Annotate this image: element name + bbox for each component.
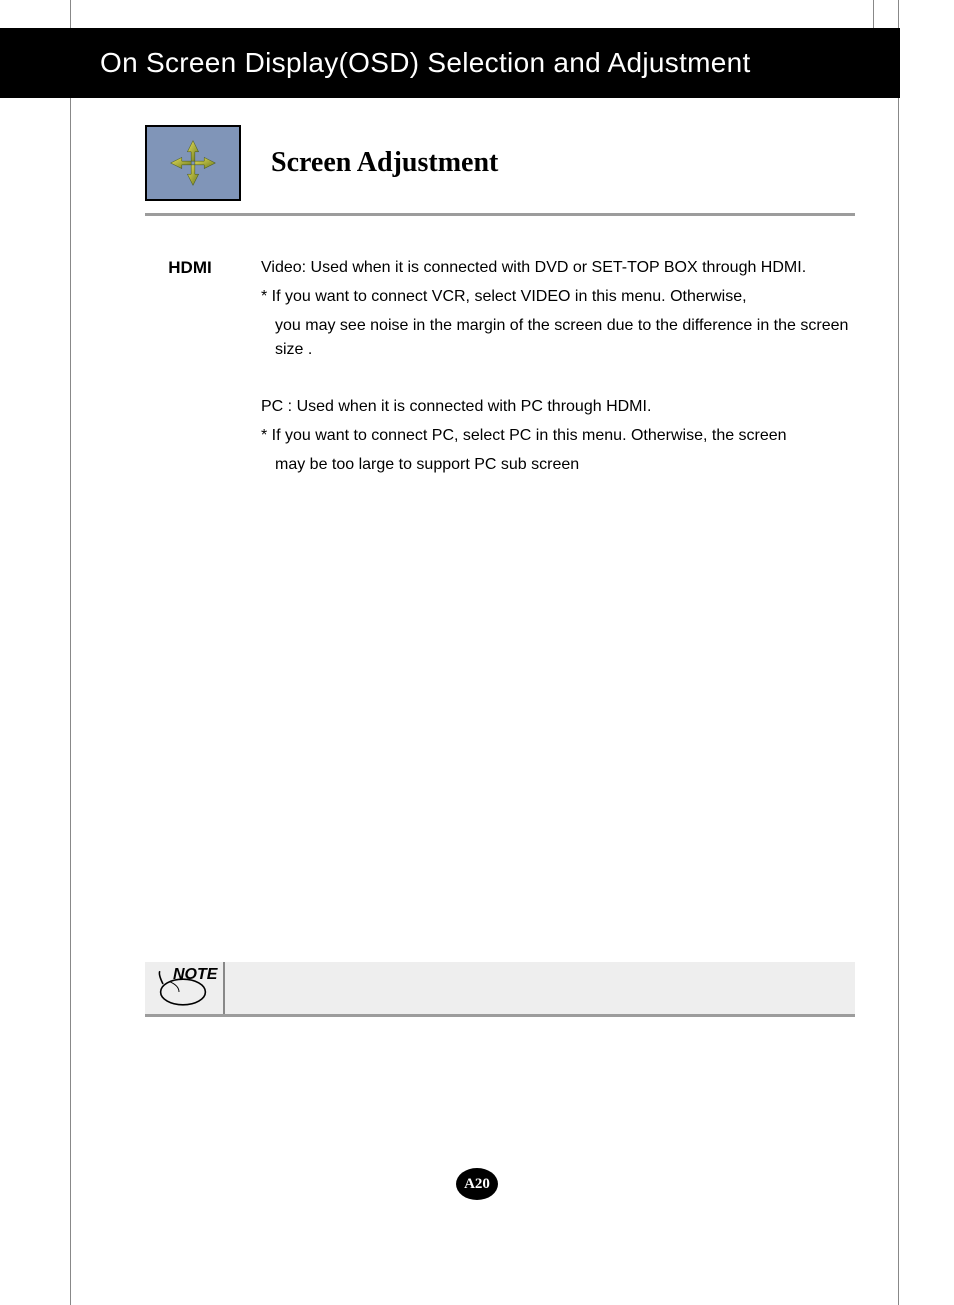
hdmi-label: HDMI	[145, 256, 235, 482]
page-number-container: A20	[0, 1168, 954, 1200]
section-heading-row: Screen Adjustment	[145, 125, 855, 201]
page-number: A20	[456, 1168, 498, 1200]
hdmi-pc-note1: * If you want to connect PC, select PC i…	[261, 424, 855, 449]
page-number-text: A20	[464, 1176, 490, 1193]
note-divider	[223, 962, 225, 1014]
screen-adjust-icon	[145, 125, 241, 201]
hdmi-pc-note2: may be too large to support PC sub scree…	[261, 453, 855, 478]
content-area: Screen Adjustment HDMI Video: Used when …	[145, 125, 855, 482]
note-label: NOTE	[173, 966, 217, 984]
hdmi-row: HDMI Video: Used when it is connected wi…	[145, 256, 855, 482]
note-rule	[145, 1014, 855, 1017]
note-block: NOTE	[145, 962, 855, 1017]
hdmi-pc-line: PC : Used when it is connected with PC t…	[261, 395, 855, 420]
note-bar: NOTE	[145, 962, 855, 1014]
section-title: Screen Adjustment	[271, 147, 498, 179]
hdmi-video-line: Video: Used when it is connected with DV…	[261, 256, 855, 281]
crop-mark	[873, 0, 874, 30]
hdmi-video-note2: you may see noise in the margin of the s…	[261, 314, 855, 364]
arrows-icon	[165, 135, 221, 191]
hdmi-body: Video: Used when it is connected with DV…	[261, 256, 855, 482]
hdmi-video-note1: * If you want to connect VCR, select VID…	[261, 285, 855, 310]
header-title: On Screen Display(OSD) Selection and Adj…	[100, 47, 751, 79]
page-header: On Screen Display(OSD) Selection and Adj…	[0, 28, 900, 98]
section-rule	[145, 213, 855, 216]
